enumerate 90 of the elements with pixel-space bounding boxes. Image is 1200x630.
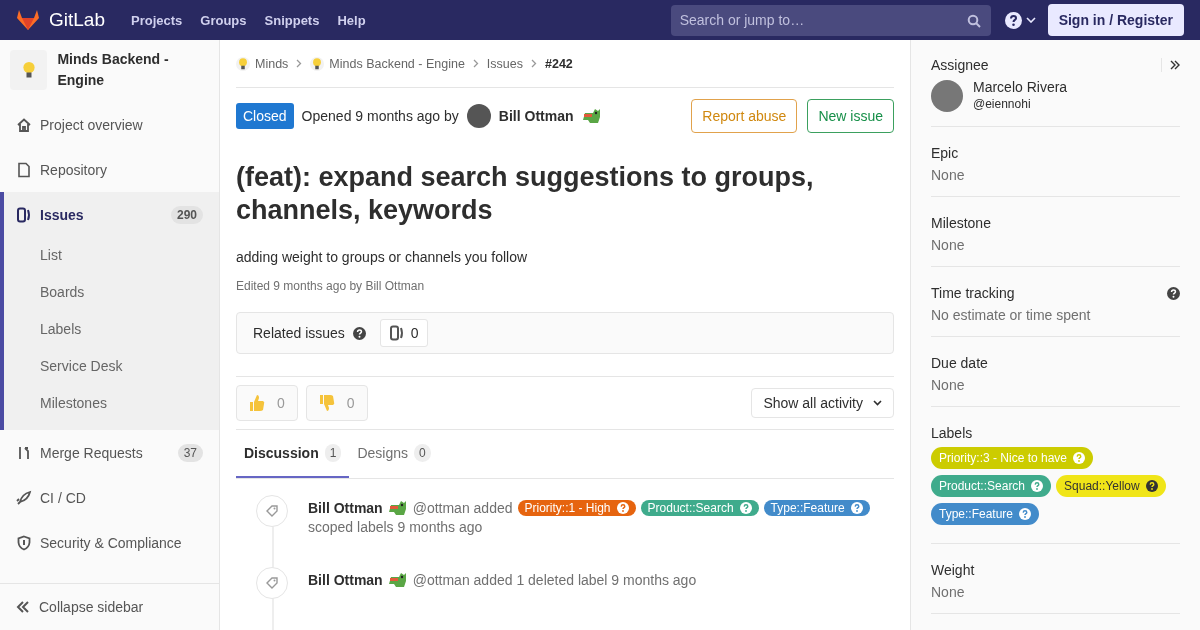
related-issues-heading: Related issues <box>253 325 345 341</box>
chevron-right-icon <box>296 59 303 68</box>
sidebar-subitem[interactable]: Service Desk <box>4 348 219 385</box>
section-heading: Due date <box>931 355 988 371</box>
issue-title: (feat): expand search suggestions to groups, channels, keywords <box>236 161 815 227</box>
sidebar-subitem[interactable]: List <box>4 237 219 274</box>
author-name[interactable]: Bill Ottman <box>498 108 574 124</box>
activity-text: scoped labels 9 months ago <box>308 519 484 535</box>
issues-icon <box>388 325 405 341</box>
nav-link[interactable]: Groups <box>200 12 247 28</box>
project-avatar-icon <box>20 60 37 80</box>
group-avatar-icon <box>311 56 324 71</box>
help-icon[interactable] <box>1004 11 1022 29</box>
gitlab-logo-icon[interactable] <box>16 9 40 31</box>
section-value: No estimate or time spent <box>931 307 1092 323</box>
breadcrumb-link[interactable]: Minds <box>255 56 289 71</box>
thumbs-up-emoji-icon <box>249 394 265 412</box>
merge-icon <box>16 444 32 461</box>
sidebar-subitem[interactable]: Labels <box>4 311 219 348</box>
avatar[interactable] <box>466 104 491 128</box>
tag-icon <box>265 576 279 590</box>
label-tag[interactable]: Type::Feature <box>931 503 1040 525</box>
section-heading: Time tracking <box>931 285 1015 301</box>
activity-text: @ottman added <box>412 500 513 516</box>
status-badge: Closed <box>236 103 294 129</box>
caret-icon <box>873 400 882 406</box>
thumbs-down-emoji-icon <box>318 394 335 412</box>
author-name[interactable]: Bill Ottman <box>308 572 383 588</box>
sidebar-item[interactable]: Issues 290 <box>4 192 219 237</box>
nav-link[interactable]: Snippets <box>264 12 320 28</box>
section-heading: Milestone <box>931 215 991 231</box>
new-issue-button[interactable]: New issue <box>807 99 894 133</box>
section-value: None <box>931 237 966 253</box>
home-icon <box>16 116 32 133</box>
caret-icon[interactable] <box>1025 17 1036 23</box>
sidebar-item[interactable]: Merge Requests 37 <box>0 430 219 475</box>
section-heading: Weight <box>931 562 975 578</box>
section-heading: Assignee <box>931 57 989 73</box>
search-field[interactable]: Search or jump to… <box>670 4 991 36</box>
nav-link[interactable]: Projects <box>131 12 183 28</box>
shield-icon <box>16 534 32 551</box>
section-value: None <box>931 584 966 600</box>
dragon-emoji-icon <box>387 571 408 589</box>
collapse-sidebar-button[interactable]: Collapse sidebar <box>0 583 219 630</box>
sign-in-button[interactable]: Sign in / Register <box>1047 4 1184 36</box>
sidebar-item[interactable]: Repository <box>0 147 219 192</box>
sidebar-item[interactable]: CI / CD <box>0 475 219 520</box>
breadcrumb-link[interactable]: Minds Backend - Engine <box>329 56 465 71</box>
section-value: None <box>931 377 966 393</box>
tab[interactable]: Discussion 1 <box>236 430 350 478</box>
related-issues-count[interactable]: 0 <box>379 319 428 347</box>
help-icon[interactable] <box>1145 480 1158 492</box>
sidebar-item[interactable]: Security & Compliance <box>0 520 219 565</box>
activity-filter-dropdown[interactable]: Show all activity <box>751 388 894 418</box>
sidebar-subitem[interactable]: Boards <box>4 274 219 311</box>
doc-icon <box>16 161 32 178</box>
group-avatar-icon <box>237 56 249 71</box>
section-heading: Labels <box>931 425 973 441</box>
project-name[interactable]: Minds Backend - Engine <box>57 49 209 91</box>
sidebar-subitem[interactable]: Milestones <box>4 385 219 422</box>
activity-text: @ottman added 1 deleted label 9 months ago <box>412 572 697 588</box>
issue-description: adding weight to groups or channels you follow <box>236 249 529 265</box>
search-icon <box>966 13 981 28</box>
issues-icon <box>16 206 32 223</box>
opened-text: Opened 9 months ago by <box>301 108 459 124</box>
label-tag[interactable]: Squad::Yellow <box>1056 475 1166 497</box>
rocket-icon <box>16 489 32 506</box>
help-icon[interactable] <box>352 326 366 340</box>
label-tag[interactable]: Type::Feature <box>763 500 870 516</box>
double-chevron-left-icon <box>16 601 30 613</box>
section-value: None <box>931 167 966 183</box>
dragon-emoji-icon <box>387 499 408 517</box>
chevron-right-icon <box>472 59 479 68</box>
assignee-username: @eiennohi <box>973 96 1032 112</box>
sidebar-item[interactable]: Project overview <box>0 102 219 147</box>
assignee-avatar[interactable] <box>931 79 963 112</box>
author-name[interactable]: Bill Ottman <box>308 500 383 516</box>
nav-link[interactable]: Help <box>337 12 366 28</box>
chevron-right-icon <box>531 59 537 68</box>
edited-text: Edited 9 months ago by Bill Ottman <box>236 279 426 293</box>
breadcrumb-current[interactable]: #242 <box>545 56 573 71</box>
tab[interactable]: Designs 0 <box>349 430 439 478</box>
tag-icon <box>265 504 279 518</box>
double-chevron-right-icon[interactable] <box>1170 60 1180 70</box>
assignee-name[interactable]: Marcelo Rivera <box>973 79 1068 96</box>
brand-name[interactable]: GitLab <box>49 9 105 31</box>
dragon-emoji-icon <box>581 107 602 125</box>
breadcrumb-link[interactable]: Issues <box>486 56 523 71</box>
help-icon[interactable] <box>1167 286 1180 300</box>
section-heading: Epic <box>931 145 959 161</box>
